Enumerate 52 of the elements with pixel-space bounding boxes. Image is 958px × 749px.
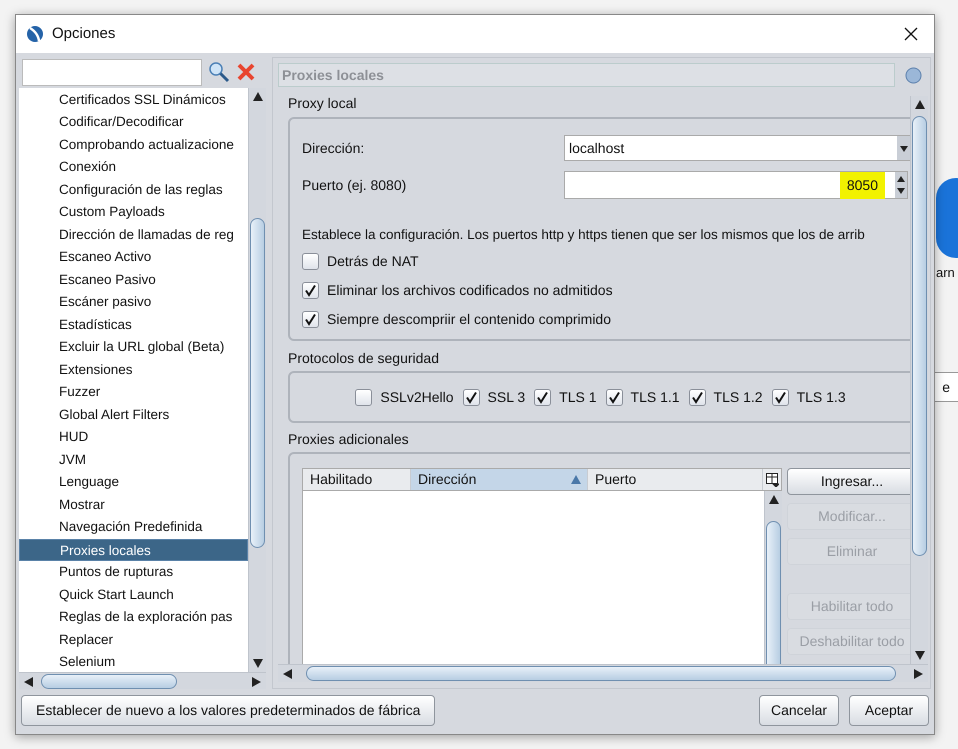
list-item[interactable]: Certificados SSL Dinámicos	[19, 88, 248, 112]
list-item[interactable]: Estadísticas	[19, 314, 248, 336]
panel-title: Proxies locales	[278, 63, 895, 87]
column-header[interactable]: Dirección	[411, 469, 588, 490]
checkbox-label: TLS 1.2	[714, 388, 763, 406]
list-item[interactable]: Lenguage	[19, 471, 248, 494]
list-item[interactable]: Mostrar	[19, 494, 248, 516]
window-title: Opciones	[52, 24, 116, 44]
list-item[interactable]: Escáner pasivo	[19, 291, 248, 314]
checkbox-label: TLS 1.3	[796, 388, 846, 406]
column-header[interactable]: Puerto	[588, 469, 763, 490]
caption: arn	[936, 264, 955, 282]
reset-button[interactable]: Establecer de nuevo a los valores predeterminados de fábrica	[21, 695, 436, 726]
list-item[interactable]: Quick Start Launch	[19, 584, 248, 606]
list-item[interactable]: Global Alert Filters	[19, 404, 248, 426]
list-item[interactable]: Codificar/Decodificar	[19, 111, 248, 134]
checkbox-label: TLS 1.1	[630, 388, 680, 406]
list-item[interactable]: Escaneo Activo	[19, 246, 248, 269]
checkbox-label: TLS 1	[559, 388, 597, 406]
section-title: Proxy local	[288, 96, 358, 113]
list-item[interactable]: Proxies locales	[19, 538, 248, 562]
checkbox-label: Siempre descompriir el contenido comprimido	[327, 310, 612, 330]
list-item[interactable]: Replacer	[19, 628, 248, 652]
list-item[interactable]: Excluir la URL global (Beta)	[19, 336, 248, 359]
list-item[interactable]: Dirección de llamadas de reg	[19, 224, 248, 246]
list-item[interactable]: Extensiones	[19, 358, 248, 382]
description: Establece la configuración. Los puertos http y https tienen que ser los mismos que los de arrib	[302, 226, 866, 244]
list-item[interactable]: JVM	[19, 448, 248, 472]
port-label: Puerto (ej. 8080)	[302, 176, 408, 195]
checkbox-label: SSLv2Hello	[380, 388, 454, 406]
list-item[interactable]: HUD	[19, 426, 248, 449]
port-field[interactable]: 8050	[564, 171, 908, 199]
checkbox-label: SSL 3	[488, 388, 526, 406]
dialog-button[interactable]: Cancelar	[759, 695, 839, 726]
list-item[interactable]: Navegación Predefinida	[19, 516, 248, 539]
side-button[interactable]: Ingresar...	[787, 468, 910, 495]
list-item[interactable]: Puntos de rupturas	[19, 561, 248, 584]
list-item[interactable]: Conexión	[19, 156, 248, 179]
dialog-button[interactable]: Aceptar	[849, 695, 929, 726]
list-item[interactable]: Selenium	[19, 651, 248, 674]
section-title: Protocolos de seguridad	[288, 349, 440, 368]
address-combo[interactable]: localhost	[564, 135, 910, 161]
list-item[interactable]: Escaneo Pasivo	[19, 268, 248, 292]
section-title: Proxies adicionales	[288, 430, 410, 449]
list-item[interactable]: Configuración de las reglas	[19, 178, 248, 202]
checkbox-label: Eliminar los archivos codificados no admitidos	[327, 281, 613, 300]
list-item[interactable]: Fuzzer	[19, 381, 248, 404]
checkbox-label: Detrás de NAT	[327, 252, 419, 272]
list-item[interactable]: Reglas de la exploración pas	[19, 606, 248, 629]
list-item[interactable]: Custom Payloads	[19, 201, 248, 224]
list-item[interactable]: Comprobando actualizacione	[19, 134, 248, 156]
address-label: Dirección:	[302, 138, 366, 158]
